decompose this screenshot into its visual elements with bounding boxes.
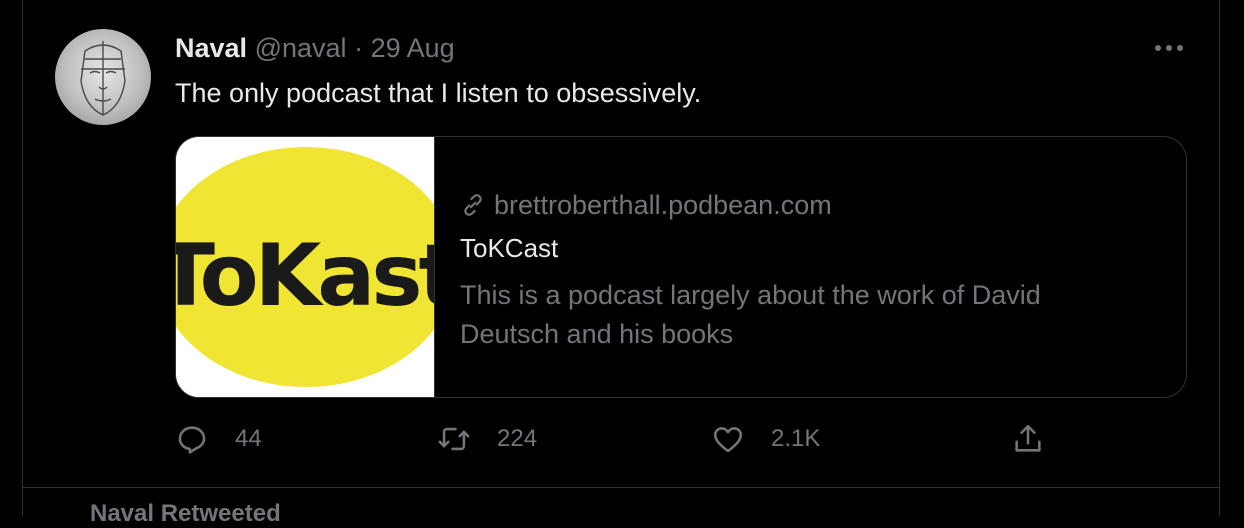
card-image[interactable]: ToKast [176,137,435,397]
tweet-actions: 44 224 2.1K [175,422,1075,466]
reply-icon [178,426,206,454]
more-horizontal-icon[interactable] [1151,30,1187,66]
timeline-right-border [1219,0,1220,516]
author-handle[interactable]: @naval [255,33,347,63]
like-button[interactable]: 2.1K [711,422,820,456]
reply-button[interactable]: 44 [175,422,262,456]
tweet-date[interactable]: 29 Aug [371,33,455,63]
card-logo-text: ToKast [176,226,434,326]
share-icon [1015,424,1041,452]
author-name[interactable]: Naval [175,33,247,63]
retweet-button[interactable]: 224 [437,422,537,456]
heart-icon [713,427,743,453]
tweet-text: The only podcast that I listen to obsess… [175,78,702,108]
retweeted-label: Naval Retweeted [90,500,281,527]
tweet[interactable]: Naval @naval · 29 Aug The only podcast t… [23,0,1219,487]
retweet-count: 224 [497,425,538,452]
tweet-header: Naval @naval · 29 Aug [175,33,455,64]
like-count: 2.1K [771,425,821,452]
retweet-icon [438,427,470,451]
card-title: ToKCast [460,233,559,263]
separator-dot: · [354,33,364,63]
card-description: This is a podcast largely about the work… [460,280,1041,349]
avatar[interactable] [55,29,151,125]
card-domain-text: brettroberthall.podbean.com [494,189,832,220]
next-tweet-social-context[interactable]: Naval Retweeted [90,500,281,528]
card-body: brettroberthall.podbean.com ToKCast This… [460,185,1160,354]
reply-count: 44 [235,425,262,452]
tweet-divider [23,487,1219,488]
share-button[interactable] [1011,422,1045,456]
link-card[interactable]: ToKast brettroberthall.podbean.com ToKCa… [175,136,1187,398]
link-icon [464,194,482,216]
card-domain: brettroberthall.podbean.com [460,185,1160,225]
